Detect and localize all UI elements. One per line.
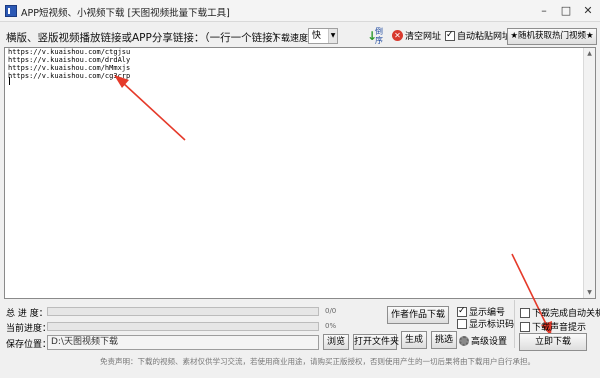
random-hot-videos-button[interactable]: ★随机获取热门视频★: [507, 28, 597, 45]
reverse-order-label: 倒序: [375, 27, 383, 45]
checkbox-icon: [520, 307, 530, 318]
link-line: https://v.kuaishou.com/cg3crp: [8, 72, 131, 80]
save-location-label: 保存位置：: [6, 340, 52, 350]
checkbox-icon: [445, 30, 455, 41]
advanced-settings-label: 高级设置: [471, 337, 508, 347]
open-folder-button[interactable]: 打开文件夹: [353, 334, 399, 350]
auto-paste-checkbox[interactable]: 自动粘贴网址: [445, 29, 511, 42]
auto-shutdown-label: 下载完成自动关机: [532, 309, 600, 319]
auto-shutdown-checkbox[interactable]: 下载完成自动关机: [520, 306, 600, 319]
total-progress-count: 0/0: [325, 307, 337, 315]
window-title: APP短视频、小视频下载 [天图视频批量下载工具]: [21, 8, 230, 19]
current-progress-label: 当前进度：: [6, 324, 52, 334]
links-textarea[interactable]: https://v.kuaishou.com/ctgjsu https://v.…: [4, 47, 596, 299]
link-line: https://v.kuaishou.com/ctgjsu: [8, 48, 131, 56]
save-path-input[interactable]: D:\天图视频下载: [47, 335, 319, 350]
clear-icon: ✕: [392, 30, 403, 41]
checkbox-icon: [457, 318, 467, 329]
vertical-scrollbar[interactable]: ▲ ▼: [583, 48, 595, 298]
clear-urls-button[interactable]: ✕ 清空网址: [392, 29, 441, 43]
generate-button[interactable]: 生成: [401, 331, 427, 349]
filter-button[interactable]: 挑选: [431, 331, 457, 349]
show-id-checkbox[interactable]: 显示标识码: [457, 317, 514, 330]
text-caret: [9, 77, 10, 85]
download-now-button[interactable]: 立即下载: [519, 333, 587, 351]
chevron-down-icon: ▼: [328, 29, 337, 43]
disclaimer-text: 免责声明：下载的视频、素材仅供学习交流，若使用商业用途，请购买正版授权，否则使用…: [100, 357, 535, 366]
author-works-download-button[interactable]: 作者作品下载: [387, 306, 449, 324]
total-progress-bar: [47, 307, 319, 316]
clear-urls-label: 清空网址: [405, 32, 442, 42]
total-progress-label: 总 进 度：: [6, 309, 48, 319]
auto-paste-label: 自动粘贴网址: [457, 32, 512, 42]
scroll-down-icon[interactable]: ▼: [584, 287, 595, 298]
close-button[interactable]: ✕: [578, 3, 598, 19]
checkbox-icon: [520, 321, 530, 332]
app-icon: [5, 5, 17, 17]
advanced-settings-button[interactable]: 高级设置: [459, 334, 507, 347]
divider: [514, 300, 515, 348]
speed-value: 快: [312, 31, 322, 41]
scroll-up-icon[interactable]: ▲: [584, 48, 595, 59]
speed-select[interactable]: 快 ▼: [308, 28, 338, 44]
maximize-button[interactable]: □: [556, 3, 576, 19]
sound-prompt-checkbox[interactable]: 下载声音提示: [520, 320, 586, 333]
title-bar: APP短视频、小视频下载 [天图视频批量下载工具] – □ ✕: [0, 0, 600, 22]
links-instruction: 横版、竖版视频播放链接或APP分享链接：（一行一个链接）: [6, 32, 284, 44]
current-progress-bar: [47, 322, 319, 331]
link-line: https://v.kuaishou.com/drdAly: [8, 56, 131, 64]
down-arrow-icon: ↓: [367, 29, 378, 43]
show-id-label: 显示标识码: [469, 320, 515, 330]
toolbar: 横版、竖版视频播放链接或APP分享链接：（一行一个链接） 下载速度： 快 ▼ ↓…: [0, 24, 600, 48]
reverse-order-button[interactable]: ↓ 倒序: [367, 27, 385, 47]
checkbox-icon: [457, 306, 467, 317]
sound-prompt-label: 下载声音提示: [532, 323, 587, 333]
browse-button[interactable]: 浏览: [323, 334, 349, 350]
current-progress-percent: 0%: [325, 322, 337, 330]
minimize-button[interactable]: –: [534, 3, 554, 19]
link-line: https://v.kuaishou.com/hMmxjs: [8, 64, 131, 72]
gear-icon: [459, 335, 469, 346]
